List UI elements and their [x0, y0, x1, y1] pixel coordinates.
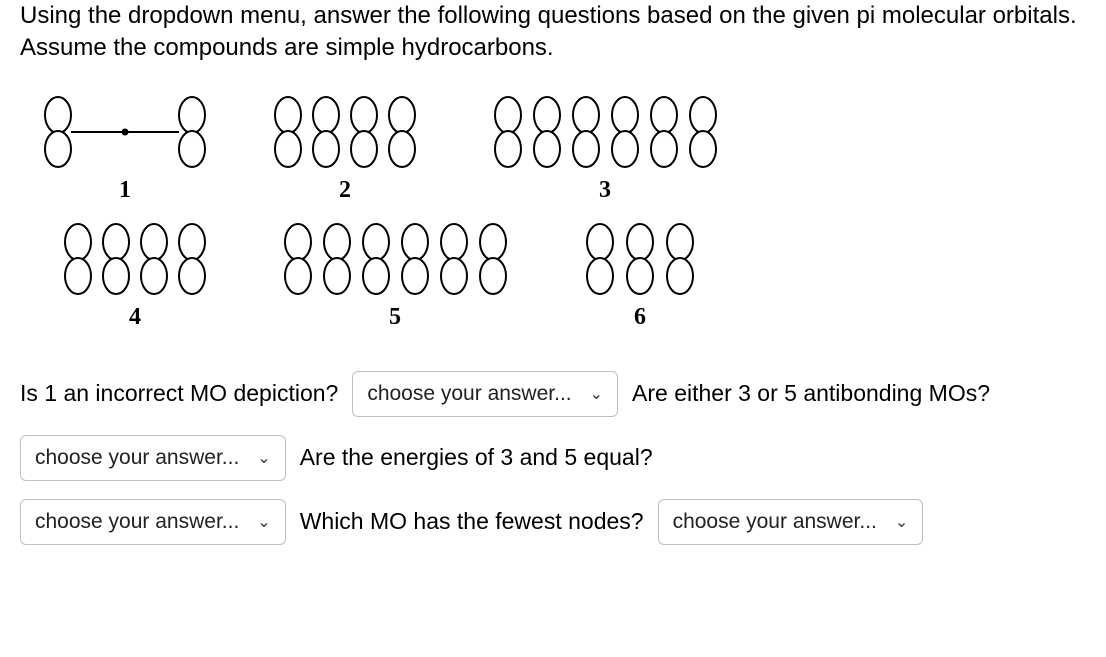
mo-1-label: 1: [119, 177, 131, 204]
q1-text: Is 1 an incorrect MO depiction?: [20, 380, 338, 407]
orbital-row-1: 1 2: [20, 95, 1086, 204]
q2-dropdown[interactable]: choose your answer... ⌄: [20, 435, 286, 481]
mo-2-label: 2: [339, 177, 351, 204]
mo-1-svg: [40, 95, 210, 169]
mo-6-svg: [570, 222, 710, 296]
questions-area: Is 1 an incorrect MO depiction? choose y…: [20, 371, 1086, 545]
mo-1: 1: [40, 95, 210, 204]
question-row-3: choose your answer... ⌄ Which MO has the…: [20, 499, 1086, 545]
q4-dropdown-text: choose your answer...: [673, 510, 877, 534]
mo-5-label: 5: [389, 304, 401, 331]
q2-dropdown-text: choose your answer...: [35, 446, 239, 470]
mo-5-svg: [270, 222, 520, 296]
mo-4: 4: [50, 222, 220, 331]
orbital-row-2: 4 5: [20, 222, 1086, 331]
q4-text: Which MO has the fewest nodes?: [300, 508, 644, 535]
mo-2: 2: [260, 95, 430, 204]
mo-2-svg: [260, 95, 430, 169]
question-prompt: Using the dropdown menu, answer the foll…: [20, 0, 1086, 65]
orbital-diagrams: 1 2: [20, 95, 1086, 331]
mo-5: 5: [270, 222, 520, 331]
q3-dropdown-text: choose your answer...: [35, 510, 239, 534]
question-row-1: Is 1 an incorrect MO depiction? choose y…: [20, 371, 1086, 417]
q1-dropdown-text: choose your answer...: [367, 382, 571, 406]
chevron-down-icon: ⌄: [257, 448, 270, 468]
mo-6-label: 6: [634, 304, 646, 331]
mo-4-svg: [50, 222, 220, 296]
mo-3-label: 3: [599, 177, 611, 204]
q1-dropdown[interactable]: choose your answer... ⌄: [352, 371, 618, 417]
mo-3: 3: [480, 95, 730, 204]
chevron-down-icon: ⌄: [257, 512, 270, 532]
mo-3-svg: [480, 95, 730, 169]
mo-6: 6: [570, 222, 710, 331]
q3-text: Are the energies of 3 and 5 equal?: [300, 444, 653, 471]
chevron-down-icon: ⌄: [895, 512, 908, 532]
mo-4-label: 4: [129, 304, 141, 331]
question-row-2: choose your answer... ⌄ Are the energies…: [20, 435, 1086, 481]
chevron-down-icon: ⌄: [590, 384, 603, 404]
q4-dropdown[interactable]: choose your answer... ⌄: [658, 499, 924, 545]
q3-dropdown[interactable]: choose your answer... ⌄: [20, 499, 286, 545]
q2-text: Are either 3 or 5 antibonding MOs?: [632, 380, 990, 407]
